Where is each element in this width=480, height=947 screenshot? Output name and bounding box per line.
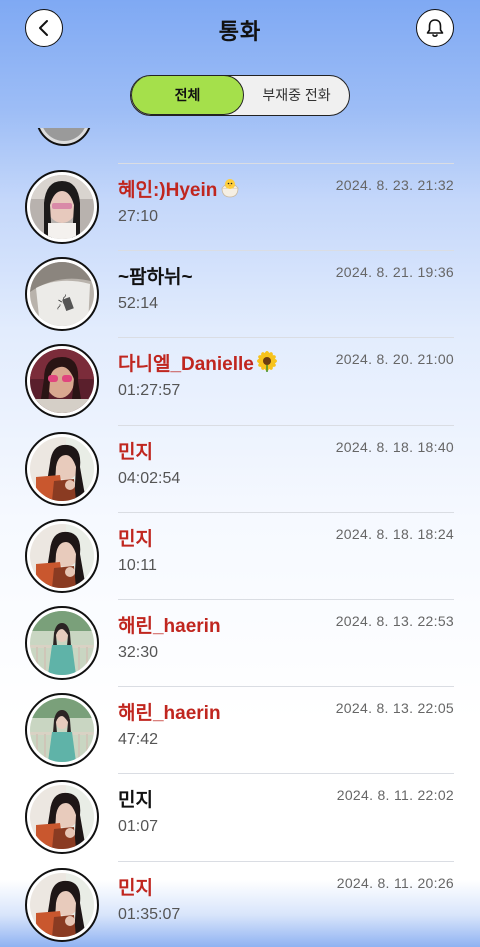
tab-all-calls[interactable]: 전체 <box>131 76 244 115</box>
call-duration: 32:30 <box>118 644 159 661</box>
contact-avatar[interactable] <box>25 170 99 244</box>
contact-avatar[interactable] <box>25 693 99 768</box>
contact-avatar[interactable] <box>25 780 99 855</box>
call-duration: 01:35:07 <box>118 905 181 923</box>
contact-name: 혜인:)Hyein <box>118 175 241 204</box>
row-divider <box>118 860 454 862</box>
call-date: 2024. 8. 13. 22:05 <box>335 700 454 717</box>
call-date: 2024. 8. 21. 19:36 <box>335 264 454 281</box>
call-row[interactable]: 해린_haerin 32:30 2024. 8. 13. 22:53 <box>0 599 480 686</box>
row-divider <box>118 424 454 426</box>
contact-avatar[interactable] <box>25 431 99 506</box>
call-duration: 27:10 <box>118 208 159 225</box>
contact-avatar[interactable] <box>25 344 99 419</box>
contact-name: 민지 <box>118 441 153 463</box>
bell-icon <box>426 19 444 37</box>
row-divider <box>118 250 454 252</box>
header-bar: 통화 <box>0 0 480 60</box>
contact-name: 민지 <box>118 877 153 899</box>
contact-avatar[interactable]: ~!~ <box>25 257 99 332</box>
call-date: 2024. 8. 11. 22:02 <box>336 787 454 804</box>
chick-icon <box>219 178 241 204</box>
call-duration: 04:02:54 <box>118 469 181 487</box>
call-date: 2024. 8. 18. 18:40 <box>335 438 454 455</box>
call-row[interactable]: 혜인:)Hyein 27:10 2024. 8. 23. 21:32 <box>0 163 480 250</box>
tab-missed-calls[interactable]: 부재중 전화 <box>244 76 349 114</box>
contact-name: 해린_haerin <box>118 616 221 637</box>
row-divider <box>118 337 454 339</box>
call-date: 2024. 8. 18. 18:24 <box>335 525 454 542</box>
row-divider <box>118 773 454 775</box>
call-duration: 52:14 <box>118 295 159 313</box>
contact-name: 다니엘_Danielle <box>118 349 278 379</box>
call-row[interactable]: ~!~ ~팜하뉘~ 52:14 2024. 8. 21. 19:36 <box>0 250 480 337</box>
contact-avatar[interactable] <box>25 867 99 942</box>
call-row[interactable]: 다니엘_Danielle 01:27:57 2024. 8. 20. 21:00 <box>0 337 480 424</box>
call-date: 2024. 8. 11. 20:26 <box>336 874 454 891</box>
row-divider <box>118 599 454 600</box>
call-date: 2024. 8. 23. 21:32 <box>335 177 454 193</box>
call-row[interactable]: 민지 01:07 2024. 8. 11. 22:02 <box>0 773 480 860</box>
call-duration: 01:27:57 <box>118 382 181 400</box>
contact-name: ~팜하뉘~ <box>118 267 193 289</box>
call-row[interactable]: 민지 10:11 2024. 8. 18. 18:24 <box>0 511 480 599</box>
call-duration: 10:11 <box>118 556 157 574</box>
sunflower-icon <box>256 351 278 379</box>
contact-name: 민지 <box>118 790 153 812</box>
call-date: 2024. 8. 13. 22:53 <box>335 613 454 629</box>
contact-avatar[interactable] <box>25 518 99 593</box>
row-divider <box>118 511 454 513</box>
contact-avatar[interactable] <box>25 606 99 680</box>
page-title: 통화 <box>218 19 262 44</box>
call-filter-tabs: 부재중 전화 전체 <box>130 75 350 116</box>
call-row[interactable]: 민지 01:35:07 2024. 8. 11. 20:26 <box>0 860 480 947</box>
call-duration: 47:42 <box>118 731 159 749</box>
call-row[interactable]: 민지 04:02:54 2024. 8. 18. 18:40 <box>0 424 480 512</box>
notification-button[interactable] <box>416 9 454 47</box>
call-row[interactable]: 해린_haerin 47:42 2024. 8. 13. 22:05 <box>0 686 480 773</box>
row-divider <box>118 686 454 688</box>
call-duration: 01:07 <box>118 818 159 836</box>
call-date: 2024. 8. 20. 21:00 <box>335 351 454 368</box>
call-history-list: 혜인:)Hyein 27:10 2024. 8. 23. 21:32 ~!~ ~팜하뉘~… <box>0 128 480 947</box>
contact-name: 민지 <box>118 528 153 550</box>
contact-name: 해린_haerin <box>118 703 221 725</box>
row-divider <box>118 163 454 164</box>
